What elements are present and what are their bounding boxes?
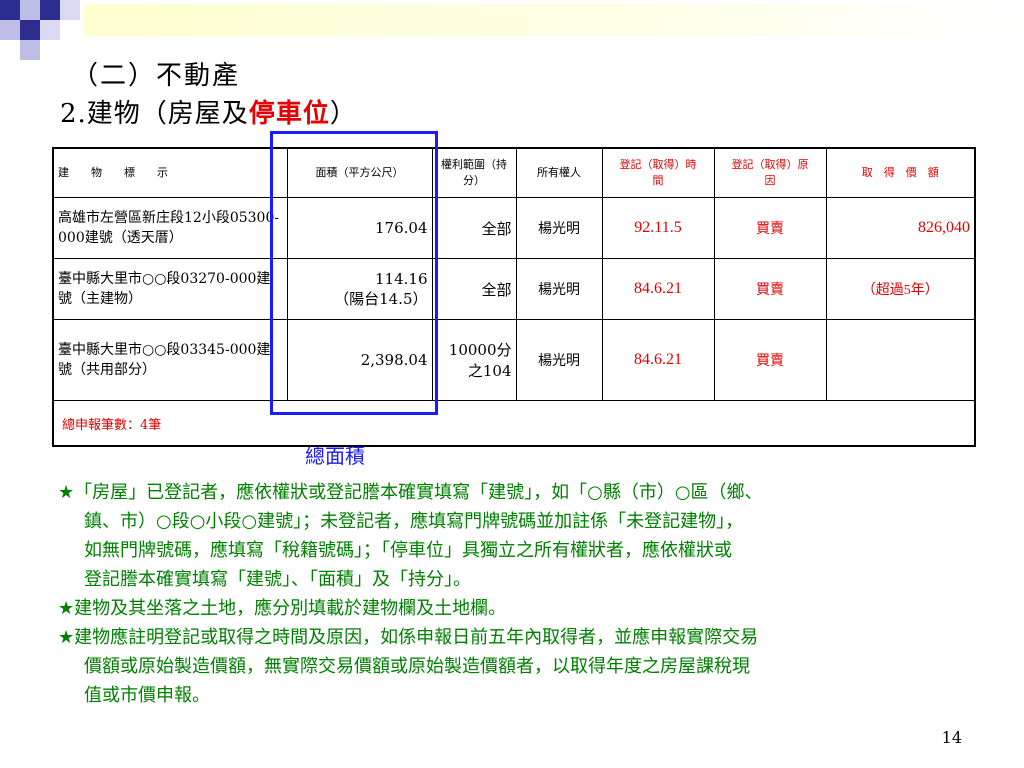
header-building: 建 物 標 示 xyxy=(52,147,288,198)
owner-value: 楊光明 xyxy=(515,258,603,320)
top-band xyxy=(84,4,1024,36)
note-line: 登記謄本確實填寫「建號」、「面積」及「持分」。 xyxy=(84,569,471,590)
deco-square xyxy=(0,0,20,20)
date-value: 84.6.21 xyxy=(601,319,715,401)
share-value: 全部 xyxy=(431,258,517,320)
subsection-title: 2.建物（房屋及停車位） xyxy=(60,93,357,130)
header-share: 權利範圍（持分） xyxy=(431,147,517,198)
page-number: 14 xyxy=(941,728,962,747)
header-date: 登記（取得）時 間 xyxy=(601,147,719,198)
subsection-title-prefix: 2.建物（房屋及 xyxy=(60,99,249,129)
note-line: 如無門牌號碼，應填寫「稅籍號碼」；「停車位」具獨立之所有權狀者，應依權狀或 xyxy=(84,540,732,561)
deco-square xyxy=(20,20,40,40)
deco-square xyxy=(20,0,40,20)
date-value: 84.6.21 xyxy=(601,258,715,320)
deco-square xyxy=(20,40,40,60)
deco-square xyxy=(60,0,80,20)
owner-value: 楊光明 xyxy=(515,319,603,401)
subsection-title-suffix: ） xyxy=(329,99,357,129)
price-value: 826,040 xyxy=(825,197,976,259)
building-label: 臺中縣大里市○○段03345-000建號（共用部分） xyxy=(52,319,288,401)
reason-value: 買賣 xyxy=(713,258,827,320)
header-price: 取 得 價 額 xyxy=(825,147,976,198)
subsection-title-highlight: 停車位 xyxy=(248,99,330,129)
top-decoration xyxy=(0,0,1024,60)
reason-value: 買賣 xyxy=(713,319,827,401)
deco-square xyxy=(40,0,60,20)
total-count: 總申報筆數：4筆 xyxy=(52,400,976,447)
header-reason: 登記（取得）原 因 xyxy=(713,147,831,198)
note-line: ★建物及其坐落之土地，應分別填載於建物欄及土地欄。 xyxy=(58,598,507,619)
building-label: 高雄市左營區新庄段12小段05300-000建號（透天厝） xyxy=(52,197,288,259)
note-line: ★「房屋」已登記者，應依權狀或登記謄本確實填寫「建號」，如「○縣（市）○區（鄉、 xyxy=(58,482,763,503)
section-title: （二）不動產 xyxy=(72,61,241,91)
building-table: 建 物 標 示 面積（平方公尺） 權利範圍（持分） 所有權人 登記（取得）時 間… xyxy=(52,147,976,447)
deco-square xyxy=(0,20,20,40)
highlight-box xyxy=(270,131,438,415)
table-row: 臺中縣大里市○○段03345-000建號（共用部分） 2,398.04 1000… xyxy=(52,319,976,401)
share-value: 全部 xyxy=(431,197,517,259)
header-owner: 所有權人 xyxy=(515,147,603,198)
table-row: 臺中縣大里市○○段03270-000建號（主建物） 114.16 （陽台14.5… xyxy=(52,258,976,320)
building-label: 臺中縣大里市○○段03270-000建號（主建物） xyxy=(52,258,288,320)
note-line: 鎮、市）○段○小段○建號」；未登記者，應填寫門牌號碼並加註係「未登記建物」， xyxy=(84,511,744,532)
table-total-row: 總申報筆數：4筆 xyxy=(52,400,976,447)
share-value: 10000分之104 xyxy=(431,319,517,401)
owner-value: 楊光明 xyxy=(515,197,603,259)
highlight-label: 總面積 xyxy=(305,444,365,468)
notes-section: ★「房屋」已登記者，應依權狀或登記謄本確實填寫「建號」，如「○縣（市）○區（鄉、… xyxy=(58,478,978,710)
reason-value: 買賣 xyxy=(713,197,827,259)
note-line: 價額或原始製造價額，無實際交易價額或原始製造價額者，以取得年度之房屋課稅現 xyxy=(84,656,750,677)
table-header-row: 建 物 標 示 面積（平方公尺） 權利範圍（持分） 所有權人 登記（取得）時 間… xyxy=(52,147,976,198)
note-line: 值或市價申報。 xyxy=(84,685,210,706)
price-value xyxy=(825,319,976,401)
date-value: 92.11.5 xyxy=(601,197,715,259)
price-value: （超過5年） xyxy=(825,258,976,320)
deco-square xyxy=(40,20,60,40)
note-line: ★建物應註明登記或取得之時間及原因，如係申報日前五年內取得者，並應申報實際交易 xyxy=(58,627,759,648)
table-row: 高雄市左營區新庄段12小段05300-000建號（透天厝） 176.04 全部 … xyxy=(52,197,976,259)
